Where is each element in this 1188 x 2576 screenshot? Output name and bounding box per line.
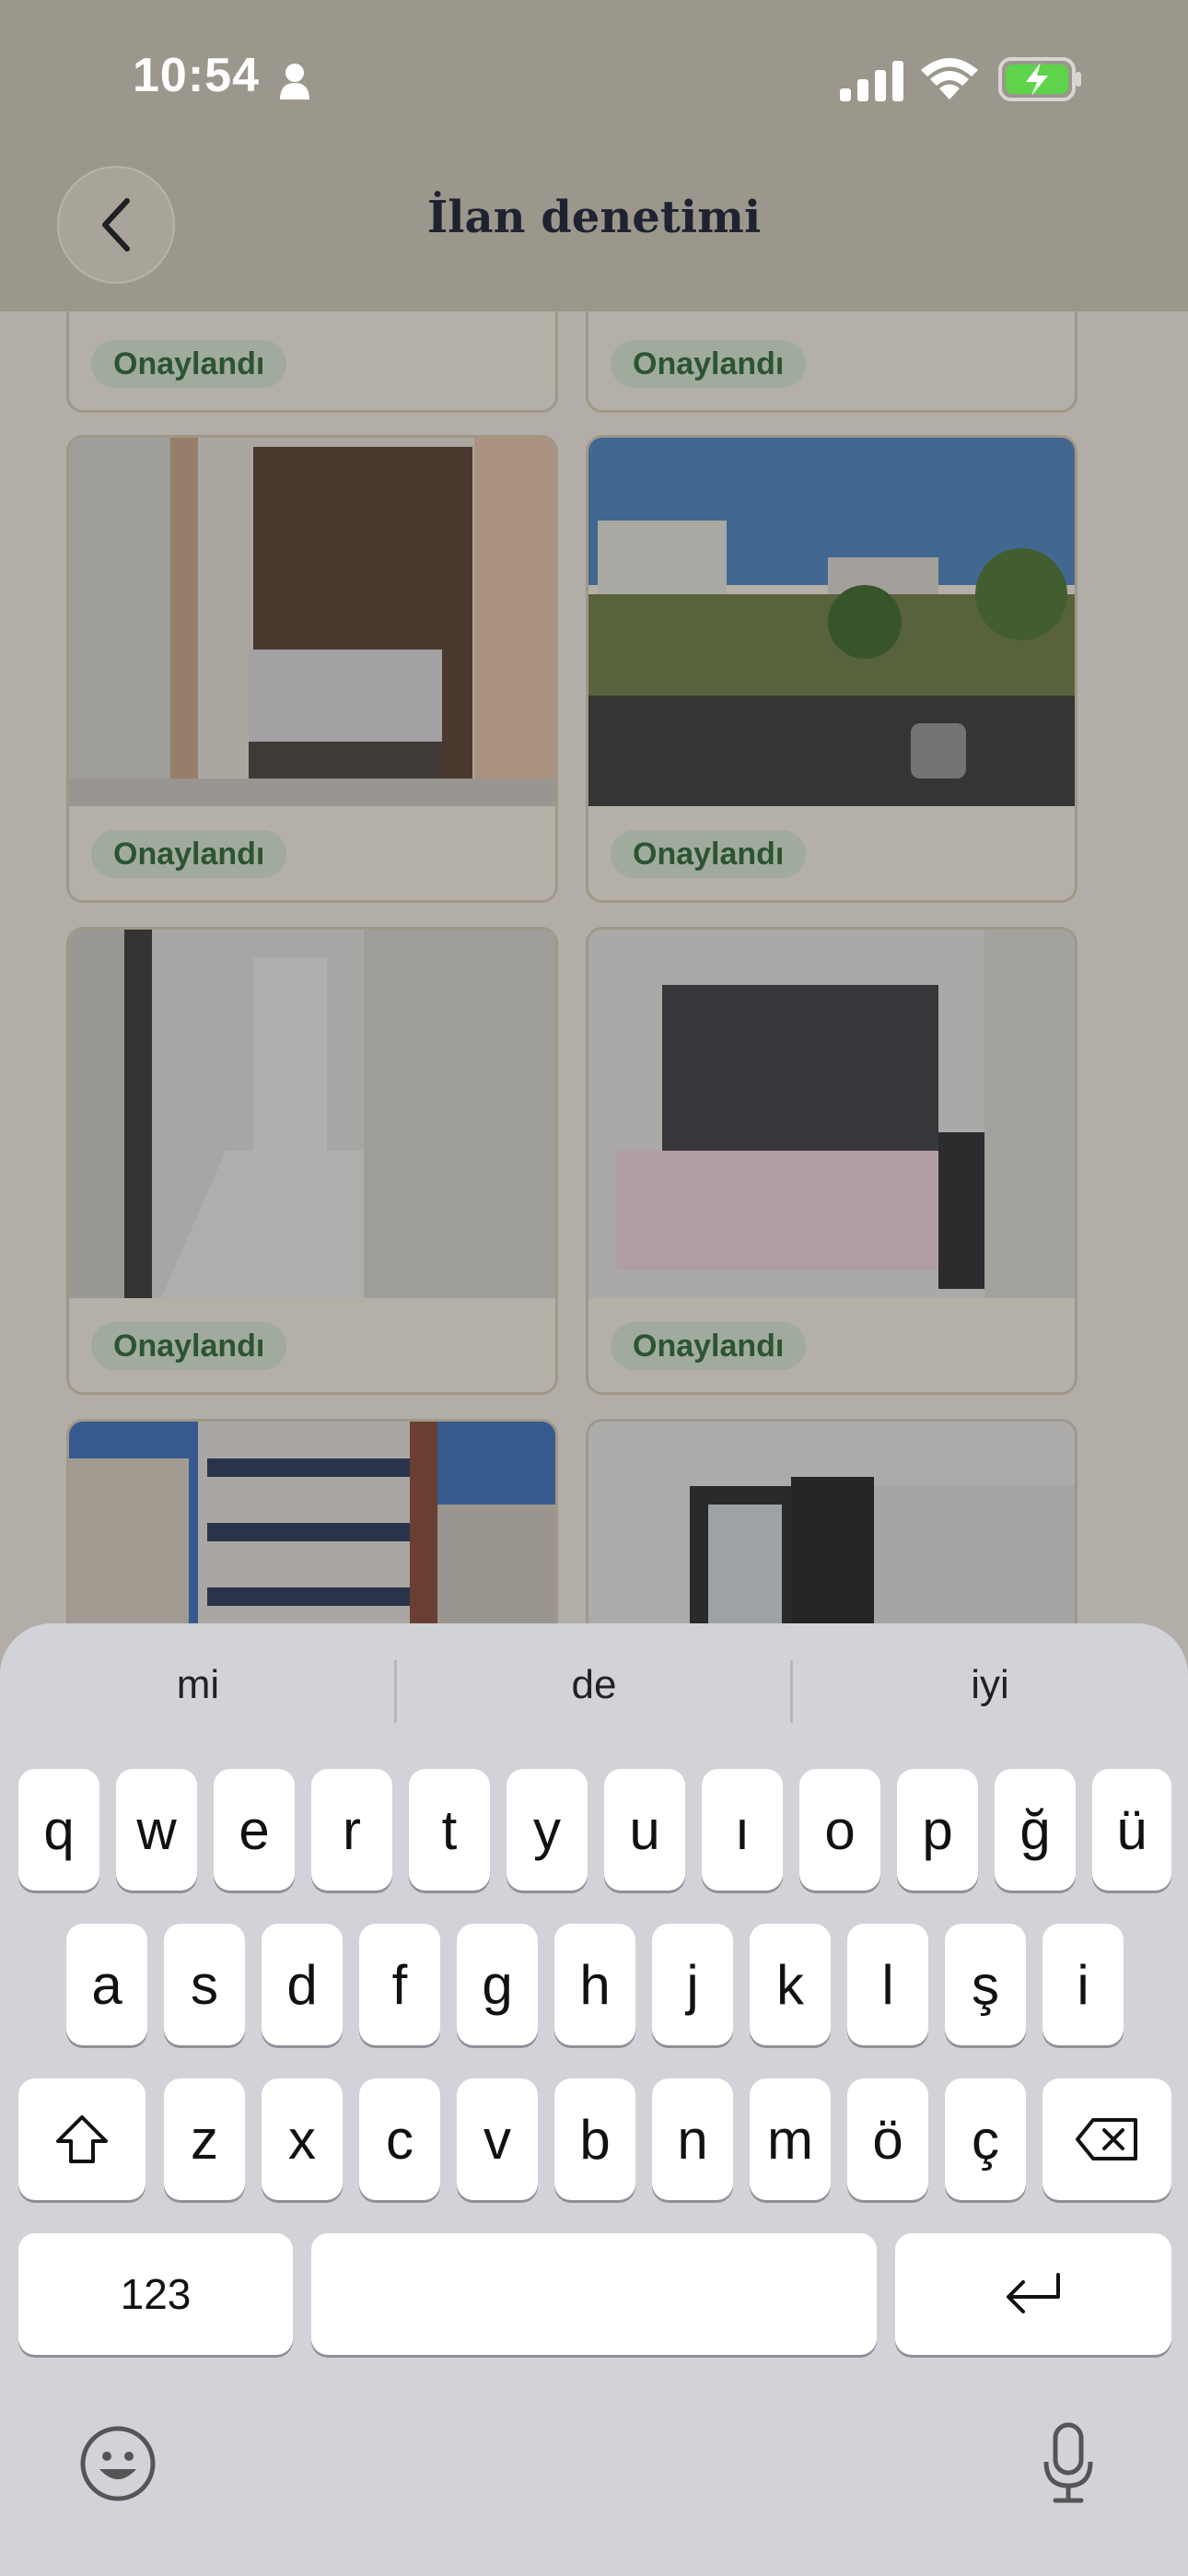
key[interactable]: x <box>262 2078 343 2200</box>
navigation-bar: 10:54 İlan denetimi <box>0 0 1188 311</box>
key[interactable]: p <box>897 1769 978 1891</box>
status-badge: Onaylandı <box>611 1322 807 1370</box>
backspace-key[interactable] <box>1042 2078 1171 2200</box>
card-footer: Onaylandı <box>588 1296 1075 1392</box>
card-footer: Onaylandı <box>588 804 1075 900</box>
key[interactable]: k <box>750 1924 831 2045</box>
key[interactable]: e <box>214 1769 295 1891</box>
suggestion-1[interactable]: mi <box>0 1662 396 1708</box>
cellular-signal-icon <box>840 61 903 101</box>
status-badge: Onaylandı <box>91 830 287 878</box>
key[interactable]: ç <box>945 2078 1026 2200</box>
key[interactable]: s <box>164 1924 245 2045</box>
key[interactable]: b <box>554 2078 635 2200</box>
card-footer: Onaylandı <box>69 804 555 900</box>
key[interactable]: m <box>750 2078 831 2200</box>
wifi-icon <box>921 58 978 100</box>
listing-photo <box>588 930 1075 1298</box>
key[interactable]: c <box>359 2078 440 2200</box>
key[interactable]: ö <box>847 2078 928 2200</box>
backspace-icon <box>1076 2118 1137 2160</box>
key[interactable]: a <box>66 1924 147 2045</box>
key[interactable]: z <box>164 2078 245 2200</box>
status-badge: Onaylandı <box>611 340 807 388</box>
listing-card[interactable]: Onaylandı <box>586 927 1077 1395</box>
shift-key[interactable] <box>18 2078 146 2200</box>
card-footer: Onaylandı <box>588 314 1075 410</box>
key[interactable]: f <box>359 1924 440 2045</box>
key[interactable]: y <box>507 1769 588 1891</box>
emoji-icon[interactable] <box>79 2425 157 2502</box>
space-key[interactable] <box>311 2233 877 2355</box>
shift-icon <box>56 2115 108 2163</box>
suggestion-3[interactable]: iyi <box>792 1662 1188 1708</box>
key[interactable]: v <box>457 2078 538 2200</box>
person-icon <box>280 64 309 100</box>
suggestion-2[interactable]: de <box>396 1662 792 1708</box>
key[interactable]: d <box>262 1924 343 2045</box>
onscreen-keyboard: mi de iyi q w e r t y u ı o p ğ ü a s d … <box>0 1623 1188 2576</box>
return-icon <box>1007 2273 1060 2313</box>
key[interactable]: j <box>652 1924 733 2045</box>
numbers-key[interactable]: 123 <box>18 2233 293 2355</box>
key[interactable]: l <box>847 1924 928 2045</box>
listing-card[interactable]: Onaylandı <box>66 927 558 1395</box>
key[interactable]: ü <box>1092 1769 1171 1891</box>
key[interactable]: g <box>457 1924 538 2045</box>
listing-card[interactable]: Onaylandı <box>586 435 1077 903</box>
key[interactable]: q <box>18 1769 99 1891</box>
listing-photo <box>69 438 555 806</box>
key[interactable]: r <box>311 1769 392 1891</box>
key[interactable]: n <box>652 2078 733 2200</box>
key[interactable]: ı <box>702 1769 783 1891</box>
listing-photo <box>588 438 1075 806</box>
key[interactable]: o <box>799 1769 880 1891</box>
status-badge: Onaylandı <box>611 830 807 878</box>
status-badge: Onaylandı <box>91 1322 287 1370</box>
listing-photo <box>69 930 555 1298</box>
key[interactable]: i <box>1042 1924 1124 2045</box>
key[interactable]: u <box>604 1769 685 1891</box>
status-time: 10:54 <box>133 49 260 102</box>
key[interactable]: t <box>409 1769 490 1891</box>
battery-charging-icon <box>998 57 1081 101</box>
key[interactable]: w <box>116 1769 197 1891</box>
key[interactable]: ş <box>945 1924 1026 2045</box>
status-badge: Onaylandı <box>91 340 287 388</box>
return-key[interactable] <box>895 2233 1171 2355</box>
page-title: İlan denetimi <box>426 192 762 243</box>
card-footer: Onaylandı <box>69 314 555 410</box>
key[interactable]: ğ <box>995 1769 1076 1891</box>
microphone-icon[interactable] <box>1041 2421 1096 2506</box>
card-footer: Onaylandı <box>69 1296 555 1392</box>
listing-card[interactable]: Onaylandı <box>66 435 558 903</box>
key[interactable]: h <box>554 1924 635 2045</box>
